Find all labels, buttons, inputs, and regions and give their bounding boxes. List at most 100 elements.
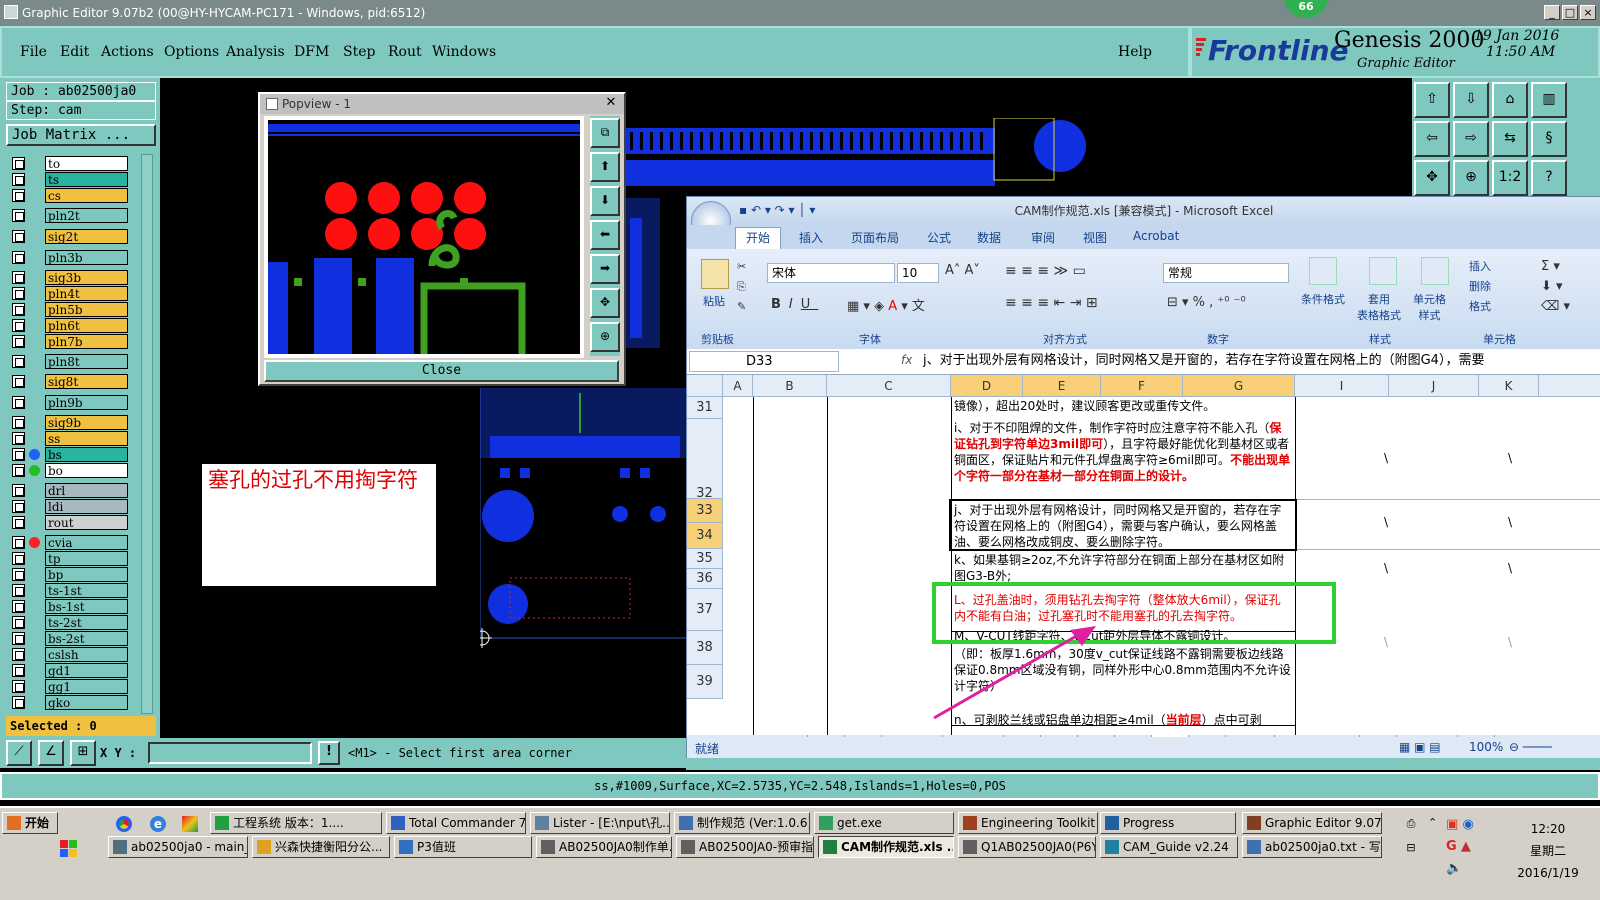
cell-k38[interactable]: \ xyxy=(1505,633,1515,651)
printer-icon[interactable]: ⎙ ⊟ xyxy=(1398,812,1424,862)
alignment-buttons-2[interactable]: ≡ ≡ ≡ ⇤ ⇥ ⊞ xyxy=(1005,295,1098,311)
col-j[interactable]: J xyxy=(1389,375,1479,397)
col-c[interactable]: C xyxy=(827,375,951,397)
taskbar-item[interactable]: AB02500JA0-预审指... xyxy=(676,836,814,858)
layer-name[interactable]: gko xyxy=(45,695,128,710)
font-name-select[interactable]: 宋体 xyxy=(767,263,895,283)
taskbar-item[interactable]: 工程系统 版本：1.... xyxy=(210,812,382,834)
col-e[interactable]: E xyxy=(1023,375,1101,397)
layer-name[interactable]: pln3b xyxy=(45,250,128,265)
layer-checkbox[interactable] xyxy=(12,287,25,300)
layer-checkbox[interactable] xyxy=(12,251,25,264)
layer-name[interactable]: bs-2st xyxy=(45,631,128,646)
zoom-window-icon[interactable]: ⧉ xyxy=(590,118,620,148)
zoom-fit-icon[interactable]: ✥ xyxy=(1414,160,1450,196)
row-34[interactable]: 34 xyxy=(687,523,723,549)
layer-checkbox[interactable] xyxy=(12,335,25,348)
name-box[interactable]: D33 xyxy=(689,351,839,372)
layer-row-pln2t[interactable]: pln2t xyxy=(10,208,128,223)
layer-row-to[interactable]: to xyxy=(10,156,128,171)
font-style-buttons[interactable]: BIU xyxy=(771,297,818,312)
layer-checkbox[interactable] xyxy=(12,500,25,513)
layer-checkbox[interactable] xyxy=(12,271,25,284)
app-icon[interactable] xyxy=(182,816,198,832)
tab-page-layout[interactable]: 页面布局 xyxy=(851,229,899,246)
cell-d31[interactable]: 镜像），超出20处时，建议顾客更改或重传文件。 xyxy=(951,397,1295,417)
layer-row-drl[interactable]: drl xyxy=(10,483,128,498)
zoom-home-icon[interactable]: ⊕ xyxy=(590,322,620,352)
layer-scrollbar[interactable] xyxy=(141,154,153,714)
layer-checkbox[interactable] xyxy=(12,696,25,709)
snap-icon[interactable]: § xyxy=(1531,121,1567,157)
layer-name[interactable]: cs xyxy=(45,188,128,203)
popview-close-icon[interactable]: ✕ xyxy=(604,96,618,110)
taskbar-item[interactable]: ab02500ja0.txt - 写... xyxy=(1242,836,1382,858)
zoom-fit-icon[interactable]: ✥ xyxy=(590,288,620,318)
paste-label[interactable]: 粘贴 xyxy=(703,293,725,309)
layer-name[interactable]: ts-1st xyxy=(45,583,128,598)
border-fill-buttons[interactable]: ▦ ▾ ◈ A ▾ 文 xyxy=(847,295,925,314)
move-right-icon[interactable]: ⇨ xyxy=(1453,121,1489,157)
col-a[interactable]: A xyxy=(723,375,753,397)
layer-checkbox[interactable] xyxy=(12,157,25,170)
conditional-format-icon[interactable] xyxy=(1309,257,1337,285)
layer-row-ss[interactable]: ss xyxy=(10,431,128,446)
conditional-format-label[interactable]: 条件格式 xyxy=(1301,291,1345,307)
function-icon[interactable]: fx xyxy=(901,353,912,367)
layer-row-gko[interactable]: gko xyxy=(10,695,128,710)
layer-name[interactable]: pln8t xyxy=(45,354,128,369)
tab-insert[interactable]: 插入 xyxy=(799,229,823,246)
clipboard-tools[interactable]: ✂ ⎘ ✎ xyxy=(737,257,746,317)
move-down-icon[interactable]: ⇩ xyxy=(1453,82,1489,118)
tab-data[interactable]: 数据 xyxy=(977,229,1001,246)
row-35[interactable]: 35 xyxy=(687,549,723,569)
row-33[interactable]: 33 xyxy=(687,499,723,523)
move-up-icon[interactable]: ⇧ xyxy=(1414,82,1450,118)
col-g[interactable]: G xyxy=(1183,375,1295,397)
layer-row-ts[interactable]: ts xyxy=(10,172,128,187)
row-36[interactable]: 36 xyxy=(687,569,723,589)
menu-rout[interactable]: Rout xyxy=(388,44,422,60)
cell-i35[interactable]: \ xyxy=(1381,559,1391,577)
col-f[interactable]: F xyxy=(1101,375,1183,397)
layer-name[interactable]: sig8t xyxy=(45,374,128,389)
popview-close-button[interactable]: Close xyxy=(264,360,619,382)
cell-d33[interactable]: j、对于出现外层有网格设计，同时网格又是开窗的，若存在字符设置在网格上的（附图G… xyxy=(949,499,1297,551)
layer-row-sig9b[interactable]: sig9b xyxy=(10,415,128,430)
taskbar-item[interactable]: ab02500ja0 - main_qa xyxy=(108,836,248,858)
layer-name[interactable]: tp xyxy=(45,551,128,566)
layer-name[interactable]: bs-1st xyxy=(45,599,128,614)
angle-icon[interactable]: ∠ xyxy=(38,740,64,766)
layer-checkbox[interactable] xyxy=(12,648,25,661)
home-icon[interactable]: ⌂ xyxy=(1492,82,1528,118)
taskbar-item[interactable]: CAM_Guide v2.24 xyxy=(1100,836,1238,858)
zoom-in-icon[interactable]: ⊕ xyxy=(1453,160,1489,196)
layer-checkbox[interactable] xyxy=(12,552,25,565)
layer-row-gg1[interactable]: gg1 xyxy=(10,679,128,694)
row-32[interactable]: 32 xyxy=(687,419,723,501)
layer-checkbox[interactable] xyxy=(12,189,25,202)
font-size-select[interactable]: 10 xyxy=(897,263,939,283)
layer-name[interactable]: pln7b xyxy=(45,334,128,349)
taskbar-item[interactable]: Lister - [E:\nput\孔... xyxy=(530,812,670,834)
layer-checkbox[interactable] xyxy=(12,303,25,316)
layer-name[interactable]: rout xyxy=(45,515,128,530)
taskbar-item[interactable]: Q1AB02500JA0(P6Ys... xyxy=(958,836,1096,858)
insert-cells-button[interactable]: 插入 xyxy=(1469,257,1491,277)
layout-icon[interactable]: ▥ xyxy=(1531,82,1567,118)
row-38[interactable]: 38 xyxy=(687,631,723,665)
pan-down-icon[interactable]: ⬇ xyxy=(590,186,620,216)
layer-checkbox[interactable] xyxy=(12,209,25,222)
scale-ratio-icon[interactable]: 1:2 xyxy=(1492,160,1528,196)
layer-name[interactable]: ts xyxy=(45,172,128,187)
layer-row-pln9b[interactable]: pln9b xyxy=(10,395,128,410)
swap-icon[interactable]: ⇆ xyxy=(1492,121,1528,157)
cell-style-label[interactable]: 单元格 样式 xyxy=(1413,291,1446,323)
number-buttons[interactable]: ⊟ ▾ % , ⁺⁰ ⁻⁰ xyxy=(1167,295,1246,310)
popview-titlebar[interactable]: Popview - 1 xyxy=(260,94,624,114)
quick-launch-icon[interactable] xyxy=(58,838,80,860)
chrome-icon[interactable] xyxy=(116,816,132,832)
layer-name[interactable]: gd1 xyxy=(45,663,128,678)
tray-chevron-icon[interactable]: ⌃ xyxy=(1428,812,1437,834)
table-format-label[interactable]: 套用 表格格式 xyxy=(1357,291,1401,323)
